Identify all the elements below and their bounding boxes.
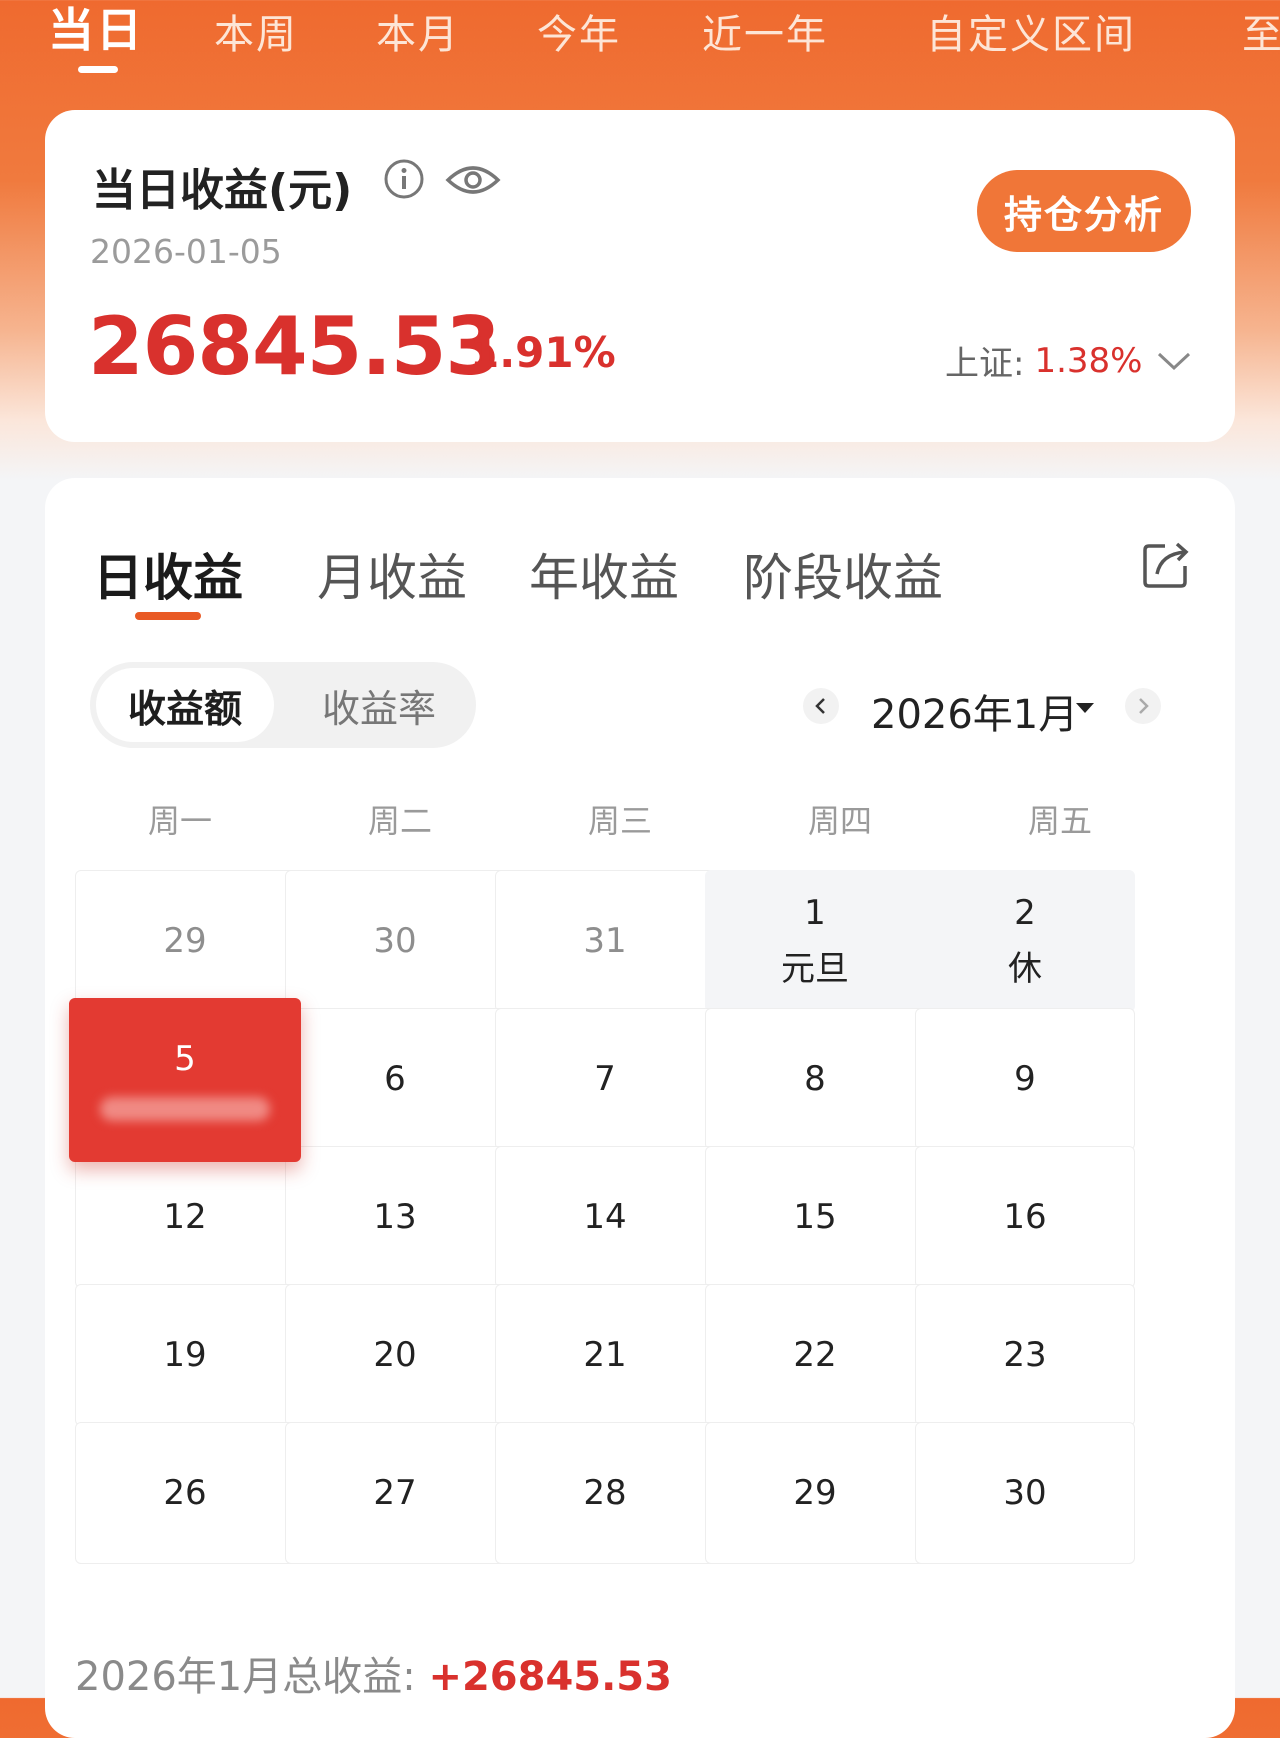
calendar-day-number: 31 bbox=[583, 921, 627, 961]
calendar-day-number: 23 bbox=[1003, 1335, 1047, 1375]
calendar-day[interactable]: 26 bbox=[75, 1422, 295, 1564]
calendar-day[interactable]: 29 bbox=[705, 1422, 925, 1564]
calendar-day[interactable]: 28 bbox=[495, 1422, 715, 1564]
calendar-day-number: 19 bbox=[163, 1335, 207, 1375]
tab-last-year[interactable]: 近一年 bbox=[702, 2, 828, 60]
calendar-day[interactable]: 8 bbox=[705, 1008, 925, 1150]
calendar-day[interactable]: 1 元旦 bbox=[705, 870, 925, 1012]
tab-today-underline bbox=[78, 66, 118, 73]
profit-calendar-card: 日收益 月收益 年收益 阶段收益 收益额 收益率 2026年1月 周一 周二 周… bbox=[45, 478, 1235, 1738]
calendar-day-number: 28 bbox=[583, 1473, 627, 1513]
calendar-day-number: 29 bbox=[793, 1473, 837, 1513]
period-tabs: 当日 本周 本月 今年 近一年 自定义区间 至 bbox=[0, 0, 1280, 80]
calendar-day-number: 30 bbox=[373, 921, 417, 961]
calendar-day[interactable]: 2休 bbox=[915, 870, 1135, 1012]
calendar-day-number: 26 bbox=[163, 1473, 207, 1513]
tab-overflow[interactable]: 至 bbox=[1242, 2, 1280, 60]
daily-profit-percent: 1.91% bbox=[470, 328, 616, 377]
calendar-day-number: 20 bbox=[373, 1335, 417, 1375]
summary-date: 2026-01-05 bbox=[90, 232, 282, 271]
chevron-left-icon bbox=[815, 698, 825, 714]
calendar-day-number: 27 bbox=[373, 1473, 417, 1513]
calendar-day-number: 12 bbox=[163, 1197, 207, 1237]
calendar-day[interactable]: 13 bbox=[285, 1146, 505, 1288]
calendar-day-number: 14 bbox=[583, 1197, 627, 1237]
calendar-day-number: 16 bbox=[1003, 1197, 1047, 1237]
calendar-day[interactable]: 30 bbox=[285, 870, 505, 1012]
index-compare[interactable]: 上证: 1.38% bbox=[945, 336, 1192, 385]
calendar-day-number: 22 bbox=[793, 1335, 837, 1375]
prev-month-button[interactable] bbox=[803, 688, 839, 724]
calendar-day[interactable]: 27 bbox=[285, 1422, 505, 1564]
tab-this-year[interactable]: 今年 bbox=[537, 2, 621, 60]
calendar-day[interactable]: 20 bbox=[285, 1284, 505, 1426]
calendar-day-number: 5 bbox=[174, 1039, 196, 1079]
weekday-wed: 周三 bbox=[587, 802, 652, 840]
calendar-day[interactable]: 15 bbox=[705, 1146, 925, 1288]
month-total-profit: 2026年1月总收益: +26845.53 bbox=[75, 1644, 672, 1702]
calendar-day[interactable]: 23 bbox=[915, 1284, 1135, 1426]
eye-icon[interactable] bbox=[445, 160, 501, 200]
month-selector[interactable]: 2026年1月 bbox=[871, 682, 1078, 740]
value-type-toggle: 收益额 收益率 bbox=[90, 662, 476, 748]
calendar-day-number: 21 bbox=[583, 1335, 627, 1375]
weekday-tue: 周二 bbox=[367, 802, 432, 840]
month-total-label: 2026年1月总收益: bbox=[75, 1654, 429, 1700]
tab-monthly-profit[interactable]: 月收益 bbox=[317, 538, 467, 610]
chevron-down-icon[interactable] bbox=[1156, 349, 1192, 373]
calendar-day-number: 2 bbox=[1014, 892, 1036, 933]
calendar-day-note: 元旦 bbox=[781, 948, 849, 989]
tab-period-profit[interactable]: 阶段收益 bbox=[743, 538, 943, 610]
share-icon[interactable] bbox=[1141, 540, 1191, 590]
calendar-day[interactable]: 16 bbox=[915, 1146, 1135, 1288]
tab-this-week[interactable]: 本周 bbox=[214, 2, 298, 60]
calendar-day-number: 30 bbox=[1003, 1473, 1047, 1513]
sub-tab-underline bbox=[135, 612, 201, 620]
calendar-day[interactable]: 14 bbox=[495, 1146, 715, 1288]
calendar-day-number: 1 bbox=[804, 892, 826, 933]
calendar-day[interactable]: 9 bbox=[915, 1008, 1135, 1150]
calendar-day-number: 9 bbox=[1014, 1059, 1036, 1099]
calendar-day-number: 8 bbox=[804, 1059, 826, 1099]
tab-yearly-profit[interactable]: 年收益 bbox=[529, 538, 679, 610]
chevron-right-icon bbox=[1139, 698, 1149, 714]
tab-daily-profit[interactable]: 日收益 bbox=[93, 538, 243, 610]
tab-custom-range[interactable]: 自定义区间 bbox=[926, 2, 1136, 60]
calendar-day[interactable]: 21 bbox=[495, 1284, 715, 1426]
toggle-profit-amount[interactable]: 收益额 bbox=[96, 668, 274, 742]
next-month-button[interactable] bbox=[1125, 688, 1161, 724]
calendar-day[interactable]: 31 bbox=[495, 870, 715, 1012]
index-value: 1.38% bbox=[1034, 340, 1143, 381]
calendar-day[interactable]: 7 bbox=[495, 1008, 715, 1150]
daily-summary-card: 当日收益(元) 2026-01-05 26845.53 1.91% 持仓分析 上… bbox=[45, 110, 1235, 442]
daily-profit-amount: 26845.53 bbox=[88, 300, 501, 393]
calendar-day[interactable]: 29 bbox=[75, 870, 295, 1012]
calendar-day-selected[interactable]: 5 bbox=[69, 998, 301, 1162]
calendar-day-note: 休 bbox=[1008, 948, 1042, 989]
hidden-day-profit bbox=[100, 1097, 270, 1121]
calendar-day[interactable]: 22 bbox=[705, 1284, 925, 1426]
holdings-analysis-button[interactable]: 持仓分析 bbox=[977, 170, 1191, 252]
index-label: 上证: bbox=[945, 344, 1025, 384]
caret-down-icon[interactable] bbox=[1075, 701, 1095, 715]
calendar-day-number: 29 bbox=[163, 921, 207, 961]
calendar-day[interactable]: 19 bbox=[75, 1284, 295, 1426]
calendar-day[interactable]: 30 bbox=[915, 1422, 1135, 1564]
calendar-day-number: 13 bbox=[373, 1197, 417, 1237]
calendar-day-number: 7 bbox=[594, 1059, 616, 1099]
calendar-day-number: 6 bbox=[384, 1059, 406, 1099]
calendar-day-number: 15 bbox=[793, 1197, 837, 1237]
tab-this-month[interactable]: 本月 bbox=[376, 2, 460, 60]
toggle-profit-rate[interactable]: 收益率 bbox=[290, 668, 468, 742]
info-icon[interactable] bbox=[383, 158, 425, 200]
weekday-fri: 周五 bbox=[1027, 802, 1092, 840]
tab-today[interactable]: 当日 bbox=[48, 0, 144, 60]
summary-title: 当日收益(元) bbox=[92, 165, 353, 216]
weekday-mon: 周一 bbox=[147, 802, 212, 840]
month-total-value: +26845.53 bbox=[428, 1654, 672, 1700]
calendar-day[interactable]: 12 bbox=[75, 1146, 295, 1288]
calendar-day[interactable]: 6 bbox=[285, 1008, 505, 1150]
weekday-thu: 周四 bbox=[807, 802, 872, 840]
